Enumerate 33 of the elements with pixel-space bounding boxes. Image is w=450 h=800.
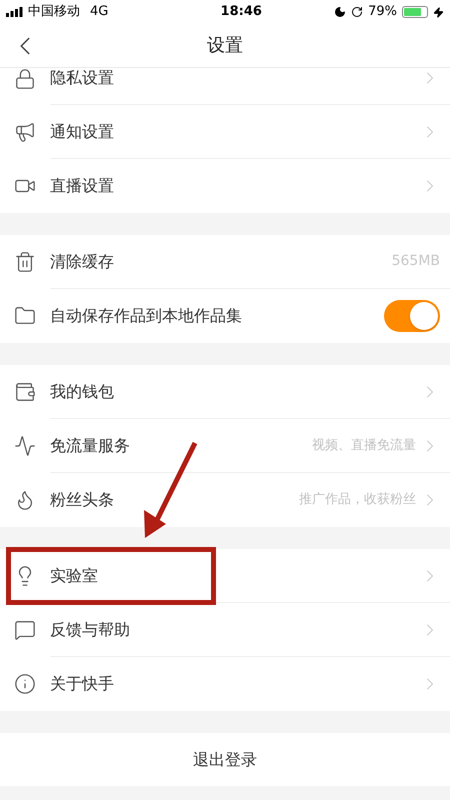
signal-icon [6,7,24,17]
toggle-switch[interactable] [384,300,440,332]
wallet-icon [14,381,36,403]
row-label: 我的钱包 [50,380,114,402]
rotation-lock-icon [351,6,364,18]
row-hint: 视频、直播免流量 [312,436,416,455]
row-label: 免流量服务 [50,434,130,456]
row-label: 隐私设置 [50,67,114,89]
battery-percent: 79% [368,3,397,22]
charging-icon [433,6,444,18]
row-label: 通知设置 [50,120,114,142]
moon-icon [334,6,346,18]
row-label: 粉丝头条 [50,489,114,511]
megaphone-icon [14,121,36,143]
folder-icon [14,305,36,327]
clock-time: 18:46 [220,3,262,22]
info-icon [14,673,36,695]
carrier-name: 中国移动 [28,3,80,22]
trash-icon [14,251,36,273]
row-label: 关于快手 [50,673,114,695]
row-label: 直播设置 [50,175,114,197]
logout-button[interactable]: 退出登录 [0,733,450,786]
page-title: 设置 [207,34,243,58]
row-label: 实验室 [50,564,98,586]
row-label: 自动保存作品到本地作品集 [50,305,242,327]
row-hint: 推广作品，收获粉丝 [299,491,416,510]
row-label: 反馈与帮助 [50,618,130,640]
wave-icon [14,435,36,457]
lock-icon [14,68,36,90]
battery-icon [402,6,428,18]
network-type: 4G [90,3,108,22]
row-label: 清除缓存 [50,250,114,272]
help-icon [14,619,36,641]
